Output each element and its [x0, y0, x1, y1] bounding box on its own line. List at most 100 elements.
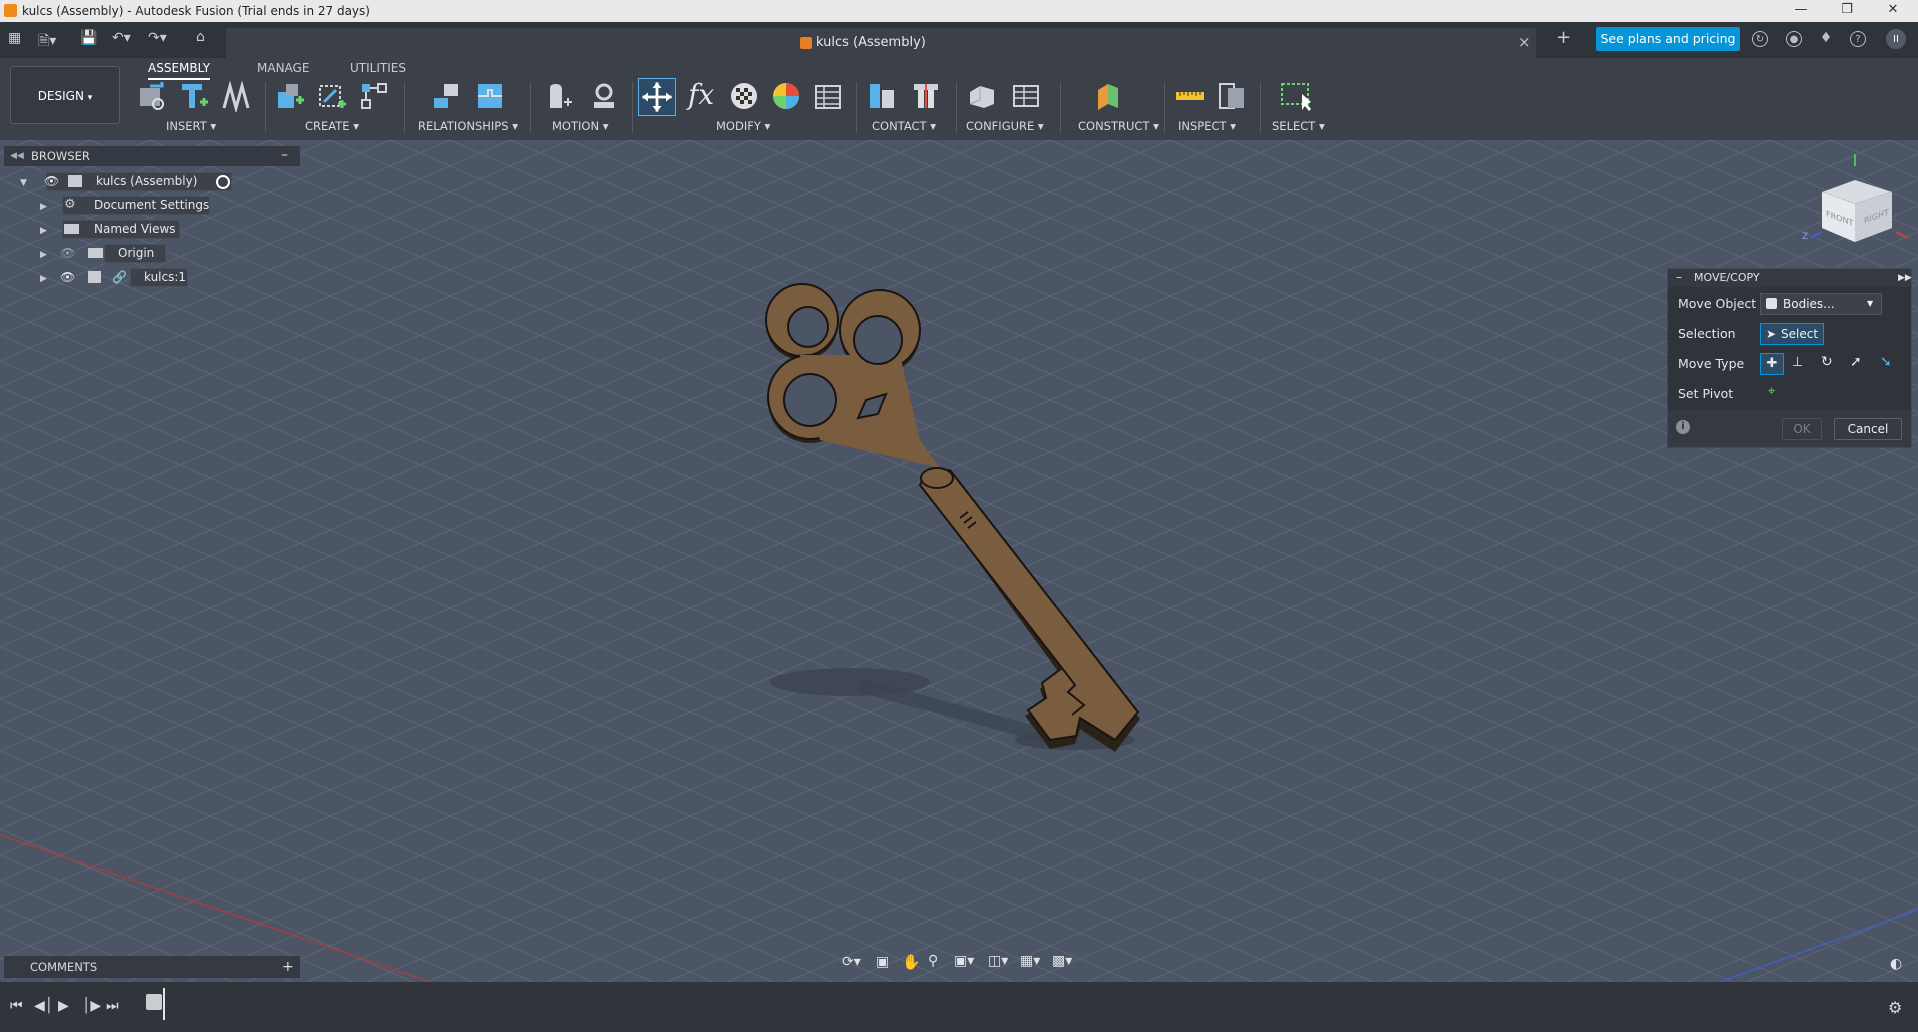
extensions-icon[interactable]: ↻	[1752, 31, 1768, 47]
create-sketch-icon[interactable]	[316, 80, 348, 112]
physical-material-icon[interactable]	[770, 80, 802, 112]
file-menu-icon[interactable]: 🗎▾	[38, 30, 56, 54]
eye-icon[interactable]: 👁	[44, 171, 59, 191]
home-icon[interactable]: ⌂	[196, 29, 205, 45]
group-select[interactable]: SELECT ▾	[1272, 119, 1325, 133]
see-plans-button[interactable]: See plans and pricing	[1596, 27, 1740, 51]
viewcube[interactable]: FRONT RIGHT Z	[1800, 152, 1910, 252]
tab-manage[interactable]: MANAGE	[257, 58, 309, 78]
comments-panel[interactable]: COMMENTS +	[4, 956, 300, 978]
group-configure[interactable]: CONFIGURE ▾	[966, 119, 1044, 133]
redo-icon[interactable]: ↷▾	[148, 30, 167, 46]
timeline-feature-icon[interactable]	[146, 994, 162, 1010]
minimize-browser-icon[interactable]: –	[281, 145, 288, 165]
job-status-icon[interactable]: ●	[1786, 31, 1802, 47]
offset-plane-icon[interactable]	[1092, 80, 1124, 112]
fit-icon[interactable]: ▣▾	[954, 953, 974, 969]
look-at-icon[interactable]: ▣	[876, 954, 889, 970]
notifications-icon[interactable]: ♦	[1818, 31, 1834, 47]
selection-select-button[interactable]: ➤ Select	[1760, 323, 1824, 345]
timeline-last-icon[interactable]: ⏭	[106, 998, 119, 1014]
configure-component-icon[interactable]	[966, 80, 998, 112]
group-construct[interactable]: CONSTRUCT ▾	[1078, 119, 1159, 133]
info-icon[interactable]: i	[1676, 420, 1690, 434]
group-create[interactable]: CREATE ▾	[305, 119, 359, 133]
minimize-icon[interactable]: —	[1786, 2, 1816, 20]
group-insert[interactable]: INSERT ▾	[166, 119, 216, 133]
chevron-right-icon[interactable]: ▶	[40, 226, 47, 236]
chevron-right-icon[interactable]: ▶	[40, 202, 47, 212]
timeline-play-icon[interactable]: ▶	[58, 998, 69, 1014]
display-settings-icon[interactable]: ◫▾	[988, 953, 1008, 969]
move-type-free-icon[interactable]: ✚	[1760, 353, 1784, 375]
activate-radio-icon[interactable]	[216, 175, 230, 189]
help-icon[interactable]: ?	[1850, 31, 1866, 47]
measure-icon[interactable]	[1174, 80, 1206, 112]
create-pattern-icon[interactable]	[358, 80, 390, 112]
appearance-icon[interactable]	[728, 80, 760, 112]
move-copy-tool-active[interactable]	[638, 78, 676, 116]
timeline-previous-icon[interactable]: ◀│	[34, 998, 53, 1014]
close-tab-icon[interactable]: ×	[1518, 33, 1531, 51]
group-contact[interactable]: CONTACT ▾	[872, 119, 936, 133]
tree-row-document-settings[interactable]: ▶ ⚙ Document Settings	[40, 195, 209, 215]
apps-grid-icon[interactable]: ▦	[8, 30, 21, 46]
group-modify[interactable]: MODIFY ▾	[716, 119, 770, 133]
grid-settings-icon[interactable]: ▦▾	[1020, 953, 1040, 969]
move-object-dropdown[interactable]: Bodies... ▼	[1760, 293, 1882, 315]
timeline-first-icon[interactable]: ⏮	[10, 998, 23, 1014]
move-type-translate-icon[interactable]: ⊥	[1792, 355, 1803, 370]
change-parameters-icon[interactable]	[812, 80, 844, 112]
restore-icon[interactable]: ❐	[1832, 2, 1862, 20]
configuration-table-icon[interactable]	[1010, 80, 1042, 112]
zoom-icon[interactable]: ⚲	[928, 953, 938, 969]
close-window-icon[interactable]: ✕	[1878, 2, 1908, 20]
tree-row-kulcs-1[interactable]: ▶ 👁 🔗 kulcs:1	[40, 267, 186, 287]
timeline-marker[interactable]	[163, 988, 165, 1020]
motion-link-icon[interactable]	[588, 80, 620, 112]
enable-contact-icon[interactable]	[910, 80, 942, 112]
tab-assembly[interactable]: ASSEMBLY	[148, 58, 211, 80]
tree-row-origin[interactable]: ▶ 👁 Origin	[40, 243, 154, 263]
window-select-icon[interactable]	[1280, 80, 1312, 112]
viewports-icon[interactable]: ▩▾	[1052, 953, 1072, 969]
joint-icon[interactable]	[430, 80, 462, 112]
insert-text-icon[interactable]	[178, 80, 210, 112]
chevron-right-icon[interactable]: ▶	[40, 250, 47, 260]
add-comment-icon[interactable]: +	[282, 956, 294, 978]
group-relationships[interactable]: RELATIONSHIPS ▾	[418, 119, 518, 133]
insert-mesh-icon[interactable]	[220, 80, 252, 112]
insert-component-icon[interactable]	[136, 80, 168, 112]
move-type-point-to-point-icon[interactable]: ➚	[1850, 354, 1862, 370]
tab-utilities[interactable]: UTILITIES	[350, 58, 406, 78]
ok-button[interactable]: OK	[1782, 418, 1822, 440]
group-motion[interactable]: MOTION ▾	[552, 119, 608, 133]
new-tab-icon[interactable]: +	[1556, 27, 1571, 48]
cancel-button[interactable]: Cancel	[1834, 418, 1902, 440]
interference-icon[interactable]	[1216, 80, 1248, 112]
set-pivot-icon[interactable]: ⌖	[1768, 384, 1775, 399]
chevron-down-icon[interactable]: ▼	[20, 178, 27, 188]
expand-dialog-icon[interactable]: ▶▶	[1898, 269, 1912, 287]
new-component-icon[interactable]	[274, 80, 306, 112]
tree-row-root[interactable]: ▼ 👁 kulcs (Assembly)	[20, 171, 230, 191]
collapse-dialog-icon[interactable]: –	[1676, 268, 1682, 286]
save-icon[interactable]: 💾	[80, 30, 97, 46]
drive-joints-icon[interactable]	[544, 80, 576, 112]
eye-icon[interactable]: 👁	[60, 267, 75, 287]
timeline-settings-gear-icon[interactable]: ⚙	[1888, 998, 1902, 1017]
chevron-right-icon[interactable]: ▶	[40, 274, 47, 284]
as-built-joint-icon[interactable]	[474, 80, 506, 112]
workspace-design-dropdown[interactable]: DESIGN ▾	[10, 66, 120, 124]
collapse-panel-icon[interactable]: ◀◀	[10, 146, 24, 166]
undo-icon[interactable]: ↶▾	[112, 30, 131, 46]
user-avatar[interactable]: II	[1886, 29, 1906, 49]
parameters-fx-icon[interactable]: fx	[688, 78, 714, 111]
orbit-icon[interactable]: ⟳▾	[842, 954, 861, 970]
display-mode-icon[interactable]: ◐	[1890, 956, 1902, 972]
tree-row-named-views[interactable]: ▶ Named Views	[40, 219, 176, 239]
contact-sets-icon[interactable]	[866, 80, 898, 112]
group-inspect[interactable]: INSPECT ▾	[1178, 119, 1236, 133]
move-type-rotate-icon[interactable]: ↻	[1821, 354, 1833, 370]
document-tab[interactable]: kulcs (Assembly) ×	[226, 28, 1536, 58]
